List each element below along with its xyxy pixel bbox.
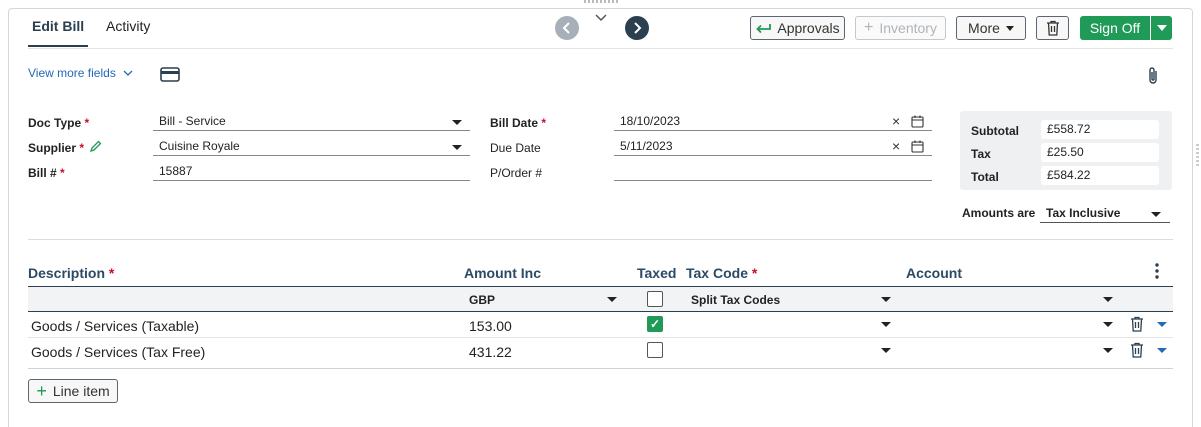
line-amount[interactable]: 431.22 <box>469 344 512 360</box>
total-value: £584.22 <box>1041 166 1159 185</box>
caret-down-icon[interactable] <box>607 297 617 302</box>
line-taxed-checkbox[interactable]: ✓ <box>647 316 663 332</box>
tab-edit-bill[interactable]: Edit Bill <box>32 18 84 34</box>
more-label: More <box>968 20 1000 36</box>
active-tab-indicator <box>28 45 88 47</box>
approvals-label: Approvals <box>777 20 840 36</box>
line-description[interactable]: Goods / Services (Taxable) <box>31 318 199 334</box>
chevron-down-icon[interactable] <box>594 12 608 26</box>
sign-off-button[interactable]: Sign Off <box>1080 16 1150 40</box>
previous-button[interactable] <box>555 16 579 40</box>
po-number-label: P/Order # <box>490 166 543 180</box>
supplier-label: Supplier * <box>28 141 85 155</box>
total-label: Total <box>971 170 999 184</box>
subtotal-label: Subtotal <box>971 124 1019 138</box>
approvals-button[interactable]: Approvals <box>750 16 845 40</box>
return-arrow-icon <box>756 24 772 34</box>
add-line-item-button[interactable]: + Line item <box>28 379 118 403</box>
trash-icon[interactable] <box>1130 342 1144 361</box>
line-amount[interactable]: 153.00 <box>469 318 512 334</box>
amount-header: Amount Inc <box>464 265 541 281</box>
bill-number-label: Bill # * <box>28 166 65 180</box>
bill-number-input[interactable]: 15887 <box>153 162 470 181</box>
doc-type-label: Doc Type * <box>28 116 90 130</box>
caret-down-icon[interactable] <box>881 348 891 353</box>
table-subheader <box>28 286 1173 312</box>
view-more-fields-link[interactable]: View more fields <box>28 66 133 80</box>
drag-handle[interactable] <box>584 0 618 3</box>
caret-down-icon[interactable] <box>1103 348 1113 353</box>
clear-icon[interactable]: × <box>892 113 900 129</box>
doc-type-select[interactable]: Bill - Service <box>153 112 470 131</box>
inventory-button[interactable]: + Inventory <box>855 16 946 40</box>
caret-down-icon[interactable] <box>452 145 462 150</box>
caret-down-icon[interactable] <box>1103 322 1113 327</box>
tax-label: Tax <box>971 147 991 161</box>
inventory-label: Inventory <box>879 20 937 36</box>
trash-icon[interactable] <box>1130 316 1144 335</box>
caret-down-icon[interactable] <box>1103 297 1113 302</box>
taxed-header: Taxed <box>637 265 677 281</box>
paperclip-icon[interactable] <box>1146 66 1160 89</box>
expand-row-icon[interactable] <box>1157 348 1167 353</box>
tax-value: £25.50 <box>1041 143 1159 162</box>
chevron-down-icon <box>123 70 133 76</box>
kebab-menu-icon[interactable] <box>1154 262 1160 283</box>
taxcode-all-select[interactable]: Split Tax Codes <box>691 293 780 307</box>
section-divider <box>28 239 1173 240</box>
tab-divider <box>28 48 1173 49</box>
sign-off-dropdown-button[interactable] <box>1151 16 1172 40</box>
bill-date-label: Bill Date * <box>490 116 547 130</box>
calendar-icon[interactable] <box>911 115 924 131</box>
pencil-icon[interactable] <box>89 140 102 156</box>
caret-down-icon[interactable] <box>452 120 462 125</box>
caret-down-icon <box>1005 25 1014 31</box>
caret-down-icon <box>1156 25 1167 31</box>
trash-icon <box>1046 20 1059 36</box>
caret-down-icon[interactable] <box>1151 212 1161 217</box>
line-taxed-checkbox[interactable] <box>647 342 663 358</box>
add-line-item-label: Line item <box>52 383 110 399</box>
resize-handle[interactable] <box>1196 144 1199 166</box>
description-header: Description * <box>28 265 115 281</box>
due-date-input[interactable]: 5/11/2023 <box>614 137 932 156</box>
chevron-right-icon <box>634 22 642 34</box>
currency-select[interactable]: GBP <box>469 293 495 307</box>
clear-icon[interactable]: × <box>892 138 900 154</box>
taxed-all-checkbox[interactable] <box>647 291 663 307</box>
more-button[interactable]: More <box>956 16 1026 40</box>
bill-date-input[interactable]: 18/10/2023 <box>614 112 932 131</box>
calendar-icon[interactable] <box>911 140 924 156</box>
chevron-left-icon <box>562 22 570 34</box>
caret-down-icon[interactable] <box>881 297 891 302</box>
account-header: Account <box>906 265 962 281</box>
subtotal-value: £558.72 <box>1041 120 1159 139</box>
caret-down-icon[interactable] <box>881 322 891 327</box>
supplier-select[interactable]: Cuisine Royale <box>153 137 470 156</box>
expand-row-icon[interactable] <box>1157 322 1167 327</box>
line-description[interactable]: Goods / Services (Tax Free) <box>31 344 205 360</box>
row-divider <box>28 368 1173 369</box>
tab-activity[interactable]: Activity <box>106 18 150 34</box>
view-more-fields-label: View more fields <box>28 66 116 80</box>
card-icon[interactable] <box>160 67 180 85</box>
row-divider <box>28 337 1173 338</box>
delete-bill-button[interactable] <box>1036 16 1069 40</box>
due-date-label: Due Date <box>490 141 541 155</box>
po-number-input[interactable] <box>614 162 932 181</box>
plus-icon: + <box>864 19 874 36</box>
next-button[interactable] <box>625 16 649 40</box>
amounts-are-label: Amounts are <box>962 206 1036 220</box>
taxcode-header: Tax Code * <box>686 265 758 281</box>
plus-icon: + <box>36 381 47 401</box>
